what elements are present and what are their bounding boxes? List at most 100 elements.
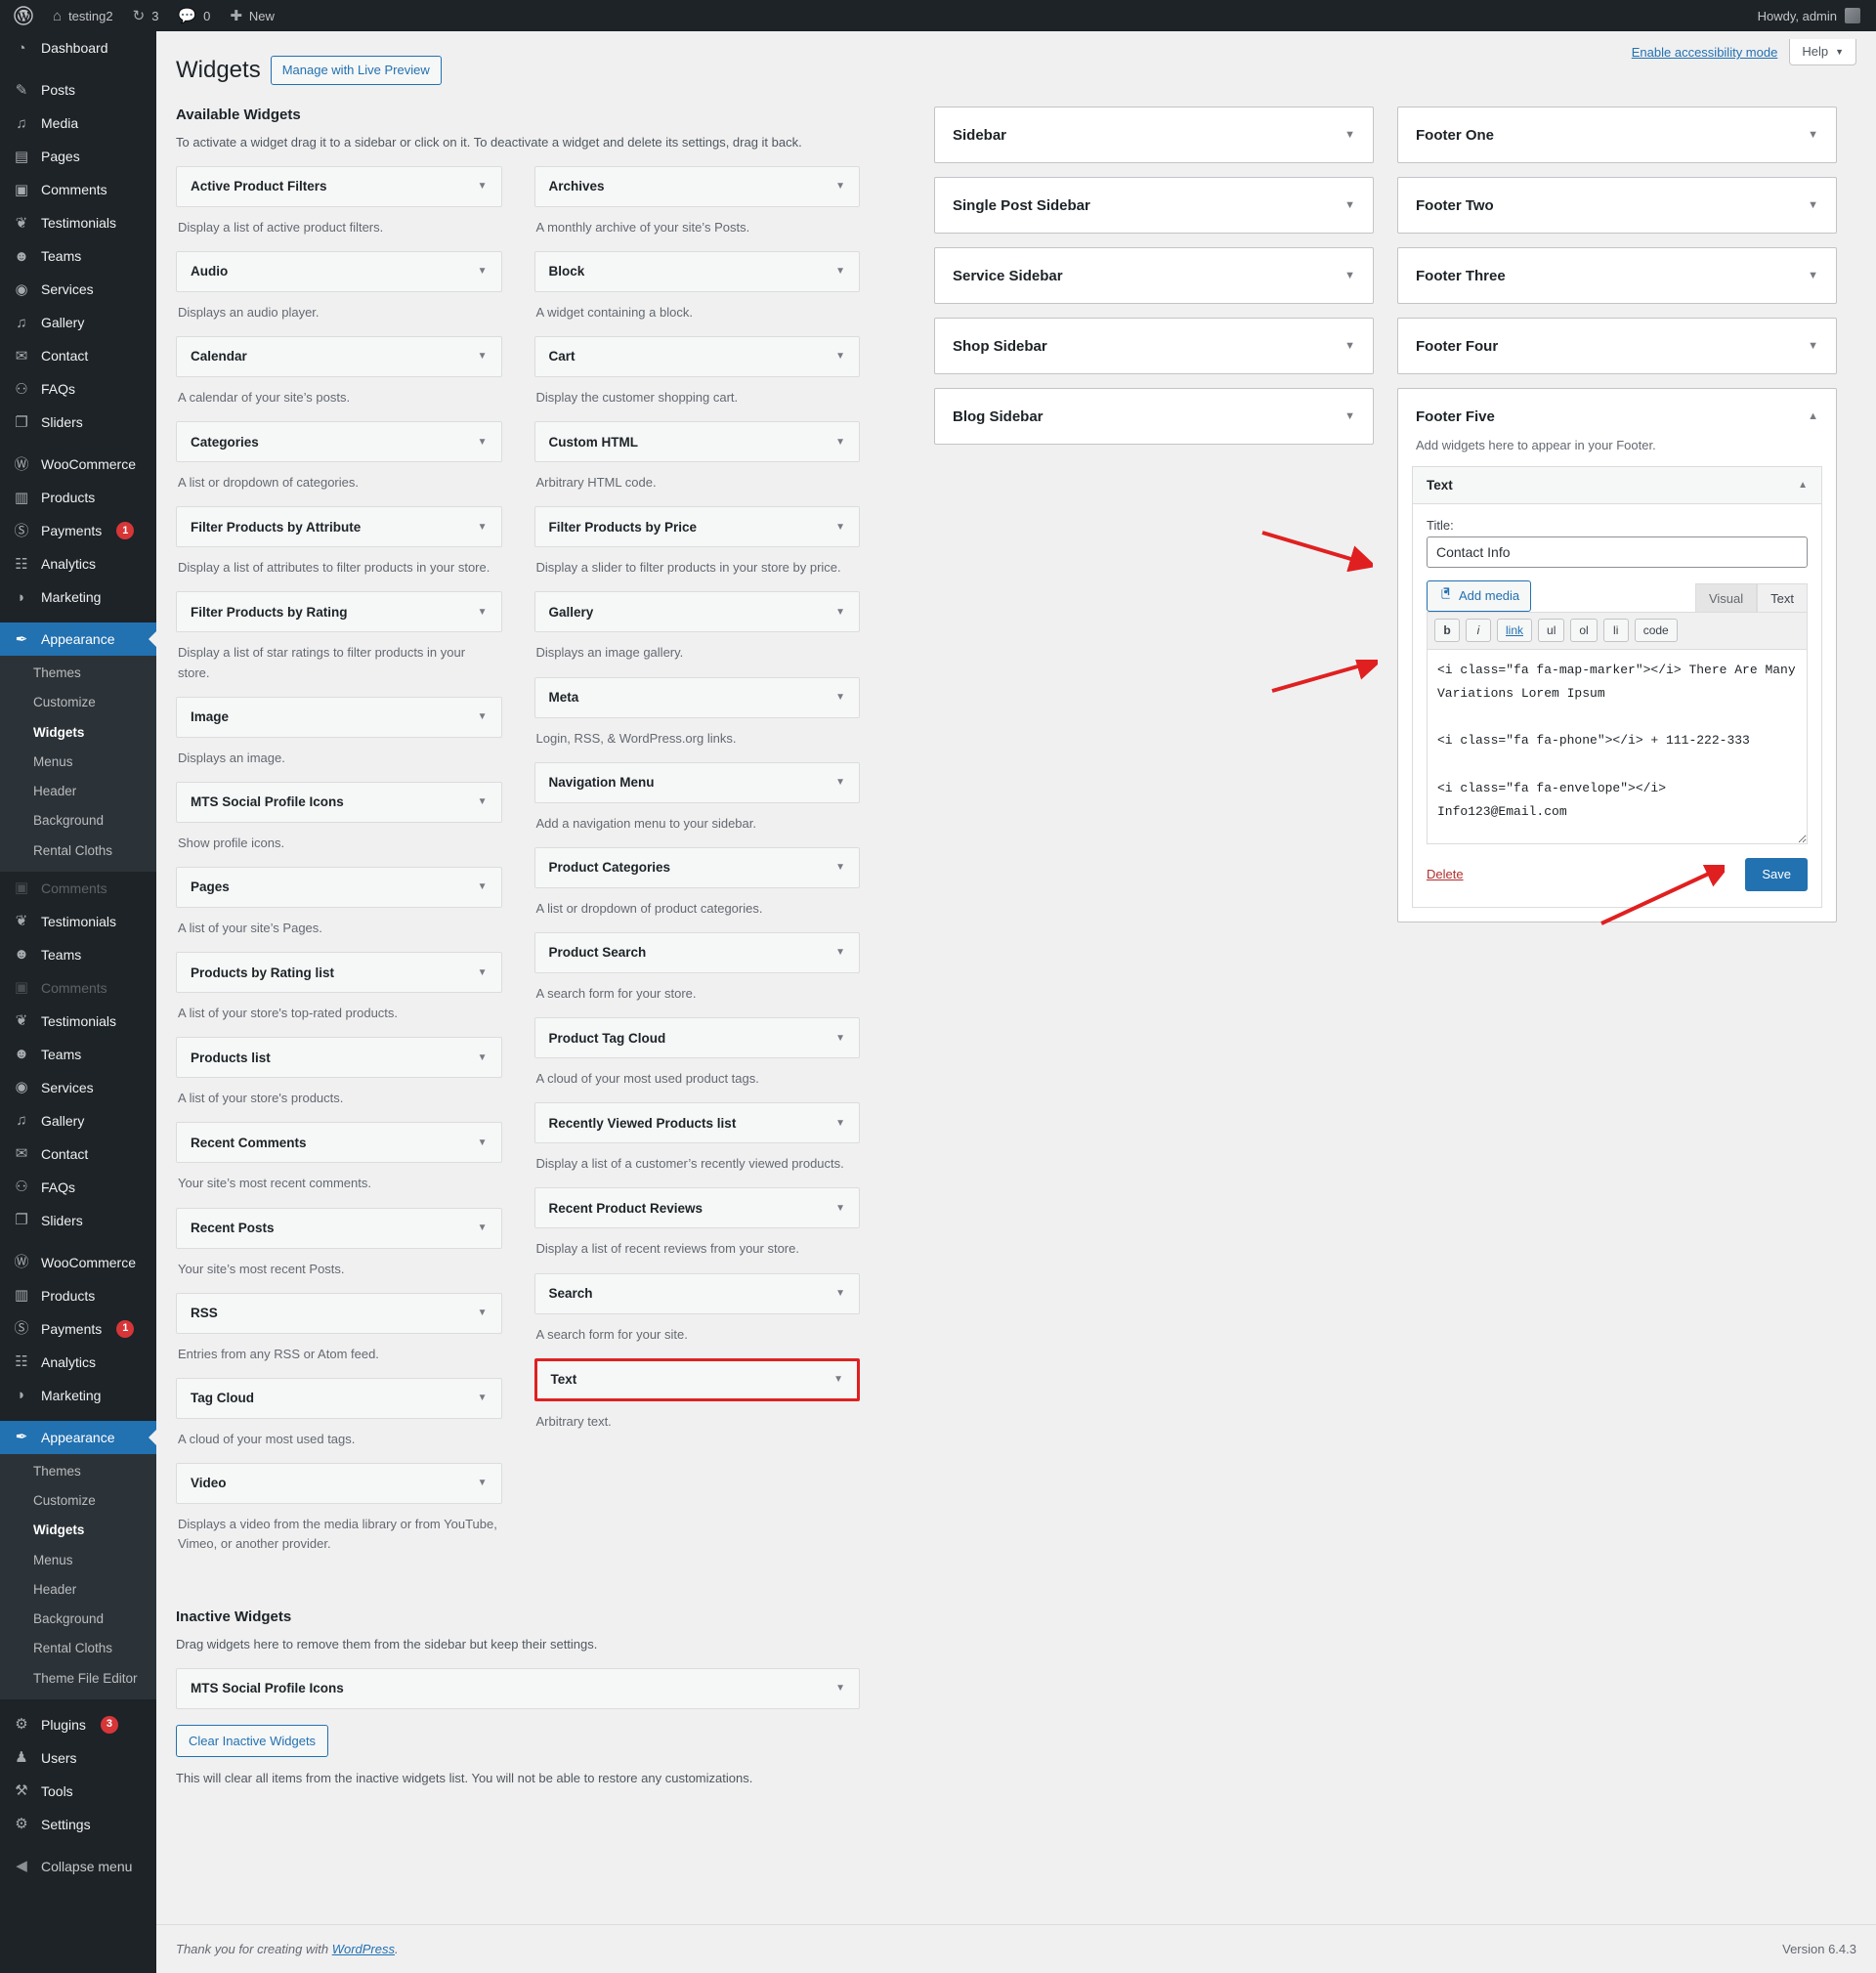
- widget-handle-custom-html[interactable]: Custom HTML ▼: [533, 421, 860, 463]
- chevron-up-icon[interactable]: ▲: [1808, 410, 1818, 422]
- chevron-down-icon[interactable]: ▼: [478, 967, 488, 978]
- sidebar-item-testimonials[interactable]: ❦ Testimonials: [0, 206, 156, 239]
- quicktag-i[interactable]: i: [1466, 619, 1491, 643]
- chevron-down-icon[interactable]: ▼: [1344, 410, 1355, 422]
- widget-handle-image[interactable]: Image ▼: [176, 696, 502, 738]
- appearance-submenu-lower[interactable]: Themes Customize Widgets Menus Header Backgro…: [0, 1453, 156, 1699]
- widget-area-header[interactable]: Footer One ▼: [1398, 107, 1836, 162]
- widget-content-textarea[interactable]: [1427, 649, 1808, 845]
- widget-area-header[interactable]: Service Sidebar ▼: [935, 248, 1373, 303]
- chevron-down-icon[interactable]: ▼: [1344, 199, 1355, 211]
- sidebar-item-services[interactable]: ◉ Services: [0, 273, 156, 306]
- sidebar-item-contact[interactable]: ✉ Contact: [0, 339, 156, 372]
- sidebar-item-users[interactable]: ♟ Users: [0, 1741, 156, 1775]
- chevron-down-icon[interactable]: ▼: [478, 711, 488, 722]
- sidebar-item-appearance[interactable]: ✒ Appearance: [0, 622, 156, 656]
- chevron-down-icon[interactable]: ▼: [835, 777, 845, 788]
- submenu-item-menus[interactable]: Menus: [0, 1546, 156, 1575]
- chevron-down-icon[interactable]: ▼: [1344, 129, 1355, 141]
- chevron-down-icon[interactable]: ▼: [835, 266, 845, 277]
- chevron-down-icon[interactable]: ▼: [1344, 270, 1355, 281]
- chevron-down-icon[interactable]: ▼: [478, 1052, 488, 1063]
- chevron-down-icon[interactable]: ▼: [478, 437, 488, 448]
- comments-menu[interactable]: 💬 0: [168, 0, 220, 31]
- sidebar-item-appearance[interactable]: ✒ Appearance: [0, 1420, 156, 1454]
- sidebar-item-teams[interactable]: ☻ Teams: [0, 1038, 156, 1071]
- chevron-down-icon[interactable]: ▼: [478, 522, 488, 533]
- chevron-down-icon[interactable]: ▼: [835, 1288, 845, 1299]
- widget-area-header[interactable]: Footer Two ▼: [1398, 178, 1836, 233]
- submenu-item-rental-cloths[interactable]: Rental Cloths: [0, 836, 156, 866]
- submenu-item-header[interactable]: Header: [0, 1575, 156, 1605]
- sidebar-item-analytics[interactable]: ☷ Analytics: [0, 1346, 156, 1379]
- widget-handle-filter-products-by-attribute[interactable]: Filter Products by Attribute ▼: [176, 506, 502, 548]
- updates-menu[interactable]: ↻ 3: [123, 0, 169, 31]
- sidebar-item-dashboard[interactable]: ◔ Dashboard: [0, 31, 156, 64]
- sidebar-item-testimonials[interactable]: ❦ Testimonials: [0, 905, 156, 938]
- text-widget-header[interactable]: Text ▲: [1413, 467, 1821, 505]
- sidebar-item-gallery[interactable]: ♫ Gallery: [0, 306, 156, 339]
- widget-handle-product-tag-cloud[interactable]: Product Tag Cloud ▼: [533, 1017, 860, 1059]
- sidebar-item-products[interactable]: ▥ Products: [0, 1279, 156, 1312]
- widget-handle-search[interactable]: Search ▼: [533, 1272, 860, 1314]
- chevron-up-icon[interactable]: ▲: [1798, 480, 1808, 491]
- widget-handle-rss[interactable]: RSS ▼: [176, 1292, 502, 1334]
- sidebar-item-comments[interactable]: ▣ Comments: [0, 971, 156, 1005]
- quicktag-ol[interactable]: ol: [1570, 619, 1598, 643]
- chevron-down-icon[interactable]: ▼: [478, 1393, 488, 1403]
- sidebar-item-sliders[interactable]: ❐ Sliders: [0, 1204, 156, 1237]
- widget-handle-archives[interactable]: Archives ▼: [533, 165, 860, 207]
- sidebar-item-faqs[interactable]: ⚇ FAQs: [0, 372, 156, 406]
- inactive-widget-item[interactable]: MTS Social Profile Icons ▼: [176, 1667, 860, 1709]
- widget-handle-gallery[interactable]: Gallery ▼: [533, 591, 860, 633]
- widget-handle-categories[interactable]: Categories ▼: [176, 421, 502, 463]
- widget-area-header[interactable]: Single Post Sidebar ▼: [935, 178, 1373, 233]
- sidebar-item-marketing[interactable]: ◗ Marketing: [0, 580, 156, 614]
- chevron-down-icon[interactable]: ▼: [835, 351, 845, 362]
- widget-handle-calendar[interactable]: Calendar ▼: [176, 335, 502, 377]
- submenu-item-menus[interactable]: Menus: [0, 748, 156, 777]
- quicktag-li[interactable]: li: [1602, 619, 1629, 643]
- help-tab-button[interactable]: Help ▼: [1789, 39, 1856, 65]
- footer-five-header[interactable]: Footer Five ▲: [1398, 389, 1836, 444]
- chevron-down-icon[interactable]: ▼: [835, 181, 845, 192]
- sidebar-item-payments[interactable]: Ⓢ Payments 1: [0, 514, 156, 547]
- widget-handle-recent-product-reviews[interactable]: Recent Product Reviews ▼: [533, 1187, 860, 1229]
- quicktag-ul[interactable]: ul: [1538, 619, 1565, 643]
- widget-handle-video[interactable]: Video ▼: [176, 1462, 502, 1504]
- submenu-item-customize[interactable]: Customize: [0, 688, 156, 717]
- editor-tab-visual[interactable]: Visual: [1694, 583, 1758, 613]
- chevron-down-icon[interactable]: ▼: [1344, 340, 1355, 352]
- submenu-item-widgets[interactable]: Widgets: [0, 1516, 156, 1545]
- sidebar-item-payments[interactable]: Ⓢ Payments 1: [0, 1312, 156, 1346]
- chevron-down-icon[interactable]: ▼: [478, 796, 488, 807]
- editor-tab-text[interactable]: Text: [1757, 583, 1808, 613]
- sidebar-item-woocommerce[interactable]: Ⓦ WooCommerce: [0, 448, 156, 481]
- widget-handle-products-list[interactable]: Products list ▼: [176, 1037, 502, 1079]
- chevron-down-icon[interactable]: ▼: [835, 437, 845, 448]
- sidebar-item-comments[interactable]: ▣ Comments: [0, 173, 156, 206]
- quicktag-link[interactable]: link: [1497, 619, 1533, 643]
- chevron-down-icon[interactable]: ▼: [478, 181, 488, 192]
- sidebar-item-pages[interactable]: ▤ Pages: [0, 140, 156, 173]
- chevron-down-icon[interactable]: ▼: [478, 1222, 488, 1233]
- quicktag-b[interactable]: b: [1434, 619, 1460, 643]
- sidebar-item-sliders[interactable]: ❐ Sliders: [0, 406, 156, 439]
- sidebar-item-settings[interactable]: ⚙ Settings: [0, 1808, 156, 1841]
- sidebar-item-testimonials[interactable]: ❦ Testimonials: [0, 1005, 156, 1038]
- submenu-item-themes[interactable]: Themes: [0, 1457, 156, 1486]
- quicktag-code[interactable]: code: [1634, 619, 1678, 643]
- sidebar-item-media[interactable]: ♫ Media: [0, 107, 156, 140]
- sidebar-item-woocommerce[interactable]: Ⓦ WooCommerce: [0, 1246, 156, 1279]
- widget-area-header[interactable]: Footer Three ▼: [1398, 248, 1836, 303]
- chevron-down-icon[interactable]: ▼: [835, 862, 845, 873]
- widget-area-header[interactable]: Blog Sidebar ▼: [935, 389, 1373, 444]
- chevron-down-icon[interactable]: ▼: [835, 1203, 845, 1214]
- sidebar-item-services[interactable]: ◉ Services: [0, 1071, 156, 1104]
- chevron-down-icon[interactable]: ▼: [835, 1683, 845, 1694]
- sidebar-item-products[interactable]: ▥ Products: [0, 481, 156, 514]
- widget-handle-product-search[interactable]: Product Search ▼: [533, 931, 860, 973]
- sidebar-item-marketing[interactable]: ◗ Marketing: [0, 1379, 156, 1412]
- manage-with-live-preview-button[interactable]: Manage with Live Preview: [270, 55, 442, 85]
- chevron-down-icon[interactable]: ▼: [835, 1118, 845, 1129]
